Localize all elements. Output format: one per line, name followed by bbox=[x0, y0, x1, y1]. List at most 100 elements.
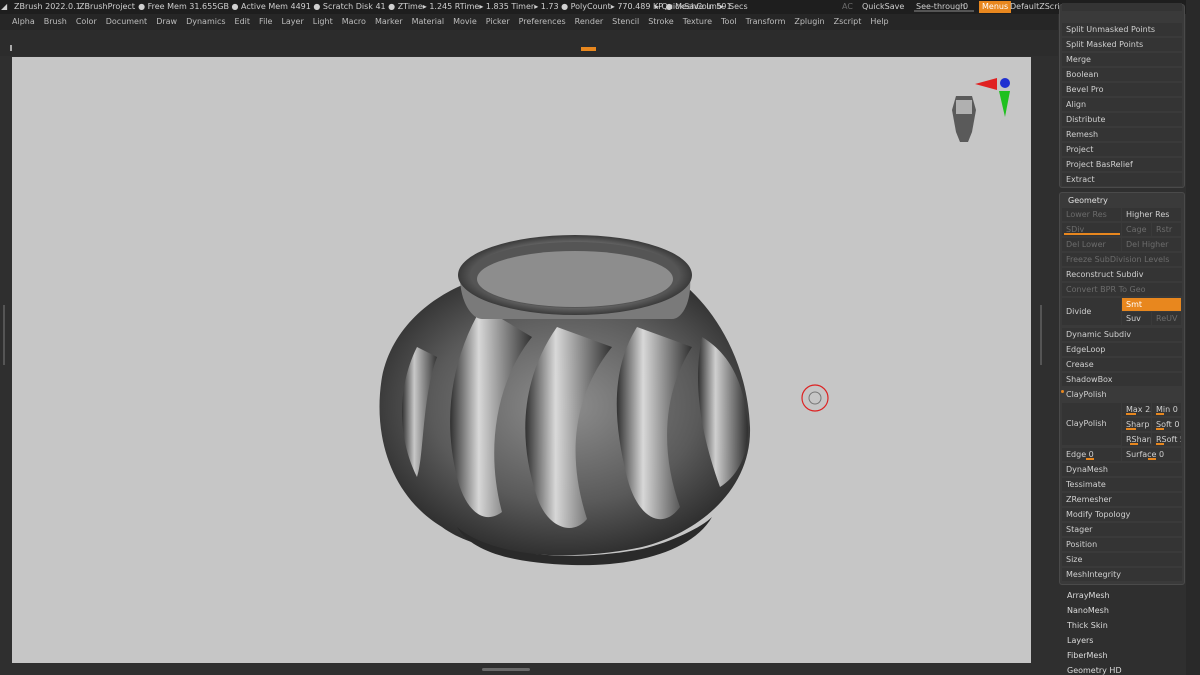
gizmo-y-axis[interactable] bbox=[999, 91, 1010, 117]
menu-layer[interactable]: Layer bbox=[281, 14, 303, 30]
panel-scrollbar[interactable] bbox=[1186, 0, 1200, 675]
ac-indicator: AC bbox=[842, 2, 853, 11]
zbrush-logo-icon: ◢ bbox=[1, 2, 8, 11]
project-basrelief-button[interactable]: Project BasRelief bbox=[1062, 158, 1182, 171]
rsharp-slider-fill bbox=[1130, 443, 1138, 445]
geometry-title[interactable]: Geometry bbox=[1068, 196, 1108, 205]
distribute-button[interactable]: Distribute bbox=[1062, 113, 1182, 126]
menu-color[interactable]: Color bbox=[76, 14, 97, 30]
nanomesh-section[interactable]: NanoMesh bbox=[1067, 606, 1109, 615]
menu-material[interactable]: Material bbox=[412, 14, 445, 30]
freeze-subdivision-button[interactable]: Freeze SubDivision Levels bbox=[1062, 253, 1182, 266]
lower-res-button[interactable]: Lower Res bbox=[1062, 208, 1121, 221]
menu-transform[interactable]: Transform bbox=[746, 14, 786, 30]
menu-movie[interactable]: Movie bbox=[453, 14, 477, 30]
stager-section[interactable]: Stager bbox=[1062, 523, 1182, 536]
position-section[interactable]: Position bbox=[1062, 538, 1182, 551]
crease-section[interactable]: Crease bbox=[1062, 358, 1182, 371]
reconstruct-subdiv-button[interactable]: Reconstruct Subdiv bbox=[1062, 268, 1182, 281]
del-higher-button[interactable]: Del Higher bbox=[1122, 238, 1181, 251]
menu-stroke[interactable]: Stroke bbox=[648, 14, 674, 30]
menu-dynamics[interactable]: Dynamics bbox=[186, 14, 225, 30]
shadowbox-section[interactable]: ShadowBox bbox=[1062, 373, 1182, 386]
menu-preferences[interactable]: Preferences bbox=[519, 14, 566, 30]
menu-alpha[interactable]: Alpha bbox=[12, 14, 35, 30]
menu-zscript[interactable]: Zscript bbox=[834, 14, 862, 30]
geometry-hd-section[interactable]: Geometry HD bbox=[1067, 666, 1122, 675]
menu-document[interactable]: Document bbox=[106, 14, 147, 30]
shelf-pointer-marker[interactable] bbox=[581, 47, 596, 51]
surface-slider-fill bbox=[1148, 458, 1156, 460]
del-lower-button[interactable]: Del Lower bbox=[1062, 238, 1121, 251]
zremesher-section[interactable]: ZRemesher bbox=[1062, 493, 1182, 506]
convert-bpr-button[interactable]: Convert BPR To Geo bbox=[1062, 283, 1182, 296]
max-slider-fill bbox=[1126, 413, 1136, 415]
quicksave-button[interactable]: QuickSave bbox=[862, 2, 904, 11]
project-name: ZBrushProject bbox=[79, 2, 135, 11]
menu-file[interactable]: File bbox=[259, 14, 272, 30]
merge-button[interactable]: Merge bbox=[1062, 53, 1182, 66]
navigation-gizmo[interactable] bbox=[942, 72, 1017, 147]
menu-render[interactable]: Render bbox=[575, 14, 603, 30]
menu-tool[interactable]: Tool bbox=[721, 14, 737, 30]
dynamesh-section[interactable]: DynaMesh bbox=[1062, 463, 1182, 476]
menus-toggle-button[interactable]: Menus bbox=[979, 1, 1012, 13]
menu-help[interactable]: Help bbox=[870, 14, 888, 30]
quicksave-timer: ▸ QuickSave In 59 Secs bbox=[655, 2, 748, 11]
shelf-tick bbox=[10, 45, 12, 51]
rsoft-slider-fill bbox=[1156, 443, 1164, 445]
right-tray-handle[interactable] bbox=[1040, 305, 1042, 365]
gizmo-z-axis[interactable] bbox=[1000, 78, 1010, 88]
subtool-actions-box: Split Unmasked Points Split Masked Point… bbox=[1059, 3, 1185, 188]
menu-zplugin[interactable]: Zplugin bbox=[794, 14, 824, 30]
see-through-slider[interactable] bbox=[914, 10, 974, 12]
dynamic-subdiv-section[interactable]: Dynamic Subdiv bbox=[1062, 328, 1182, 341]
size-section[interactable]: Size bbox=[1062, 553, 1182, 566]
claypolish-button[interactable]: ClayPolish bbox=[1062, 403, 1121, 445]
divide-button[interactable]: Divide bbox=[1062, 298, 1121, 325]
align-button[interactable]: Align bbox=[1062, 98, 1182, 111]
panel-item-cut-off[interactable] bbox=[1062, 3, 1182, 11]
suv-toggle[interactable]: Suv bbox=[1122, 312, 1151, 325]
menu-stencil[interactable]: Stencil bbox=[612, 14, 639, 30]
menu-picker[interactable]: Picker bbox=[486, 14, 510, 30]
app-version: ZBrush 2022.0.1 bbox=[14, 2, 81, 11]
claypolish-section[interactable]: ClayPolish bbox=[1062, 388, 1182, 401]
smt-toggle[interactable]: Smt bbox=[1122, 298, 1181, 311]
thick-skin-section[interactable]: Thick Skin bbox=[1067, 621, 1108, 630]
edge-slider-fill bbox=[1086, 458, 1094, 460]
sculpted-vase-model[interactable] bbox=[12, 57, 1031, 663]
cage-button[interactable]: Cage bbox=[1122, 223, 1151, 236]
split-masked-points-button[interactable]: Split Masked Points bbox=[1062, 38, 1182, 51]
menu-brush[interactable]: Brush bbox=[44, 14, 67, 30]
bottom-tray-handle[interactable] bbox=[482, 668, 530, 671]
menu-macro[interactable]: Macro bbox=[342, 14, 366, 30]
tessimate-section[interactable]: Tessimate bbox=[1062, 478, 1182, 491]
tool-subpalette-panel: Split Unmasked Points Split Masked Point… bbox=[1059, 0, 1185, 675]
meshintegrity-section[interactable]: MeshIntegrity bbox=[1062, 568, 1182, 581]
remesh-button[interactable]: Remesh bbox=[1062, 128, 1182, 141]
boolean-button[interactable]: Boolean bbox=[1062, 68, 1182, 81]
canvas-viewport[interactable] bbox=[12, 57, 1031, 663]
top-shelf bbox=[0, 30, 1058, 56]
gizmo-x-axis[interactable] bbox=[975, 78, 997, 90]
modify-topology-section[interactable]: Modify Topology bbox=[1062, 508, 1182, 521]
menu-draw[interactable]: Draw bbox=[156, 14, 177, 30]
edgeloop-section[interactable]: EdgeLoop bbox=[1062, 343, 1182, 356]
arraymesh-section[interactable]: ArrayMesh bbox=[1067, 591, 1110, 600]
left-tray-handle[interactable] bbox=[3, 305, 5, 365]
extract-button[interactable]: Extract bbox=[1062, 173, 1182, 186]
menu-texture[interactable]: Texture bbox=[683, 14, 712, 30]
menu-edit[interactable]: Edit bbox=[235, 14, 251, 30]
layers-section[interactable]: Layers bbox=[1067, 636, 1093, 645]
bevel-pro-button[interactable]: Bevel Pro bbox=[1062, 83, 1182, 96]
project-button[interactable]: Project bbox=[1062, 143, 1182, 156]
split-unmasked-points-button[interactable]: Split Unmasked Points bbox=[1062, 23, 1182, 36]
menu-marker[interactable]: Marker bbox=[375, 14, 403, 30]
higher-res-button[interactable]: Higher Res bbox=[1122, 208, 1181, 221]
fibermesh-section[interactable]: FiberMesh bbox=[1067, 651, 1108, 660]
reuv-button[interactable]: ReUV bbox=[1152, 312, 1181, 325]
rstr-button[interactable]: Rstr bbox=[1152, 223, 1181, 236]
menu-light[interactable]: Light bbox=[313, 14, 333, 30]
soft-slider-fill bbox=[1156, 428, 1164, 430]
